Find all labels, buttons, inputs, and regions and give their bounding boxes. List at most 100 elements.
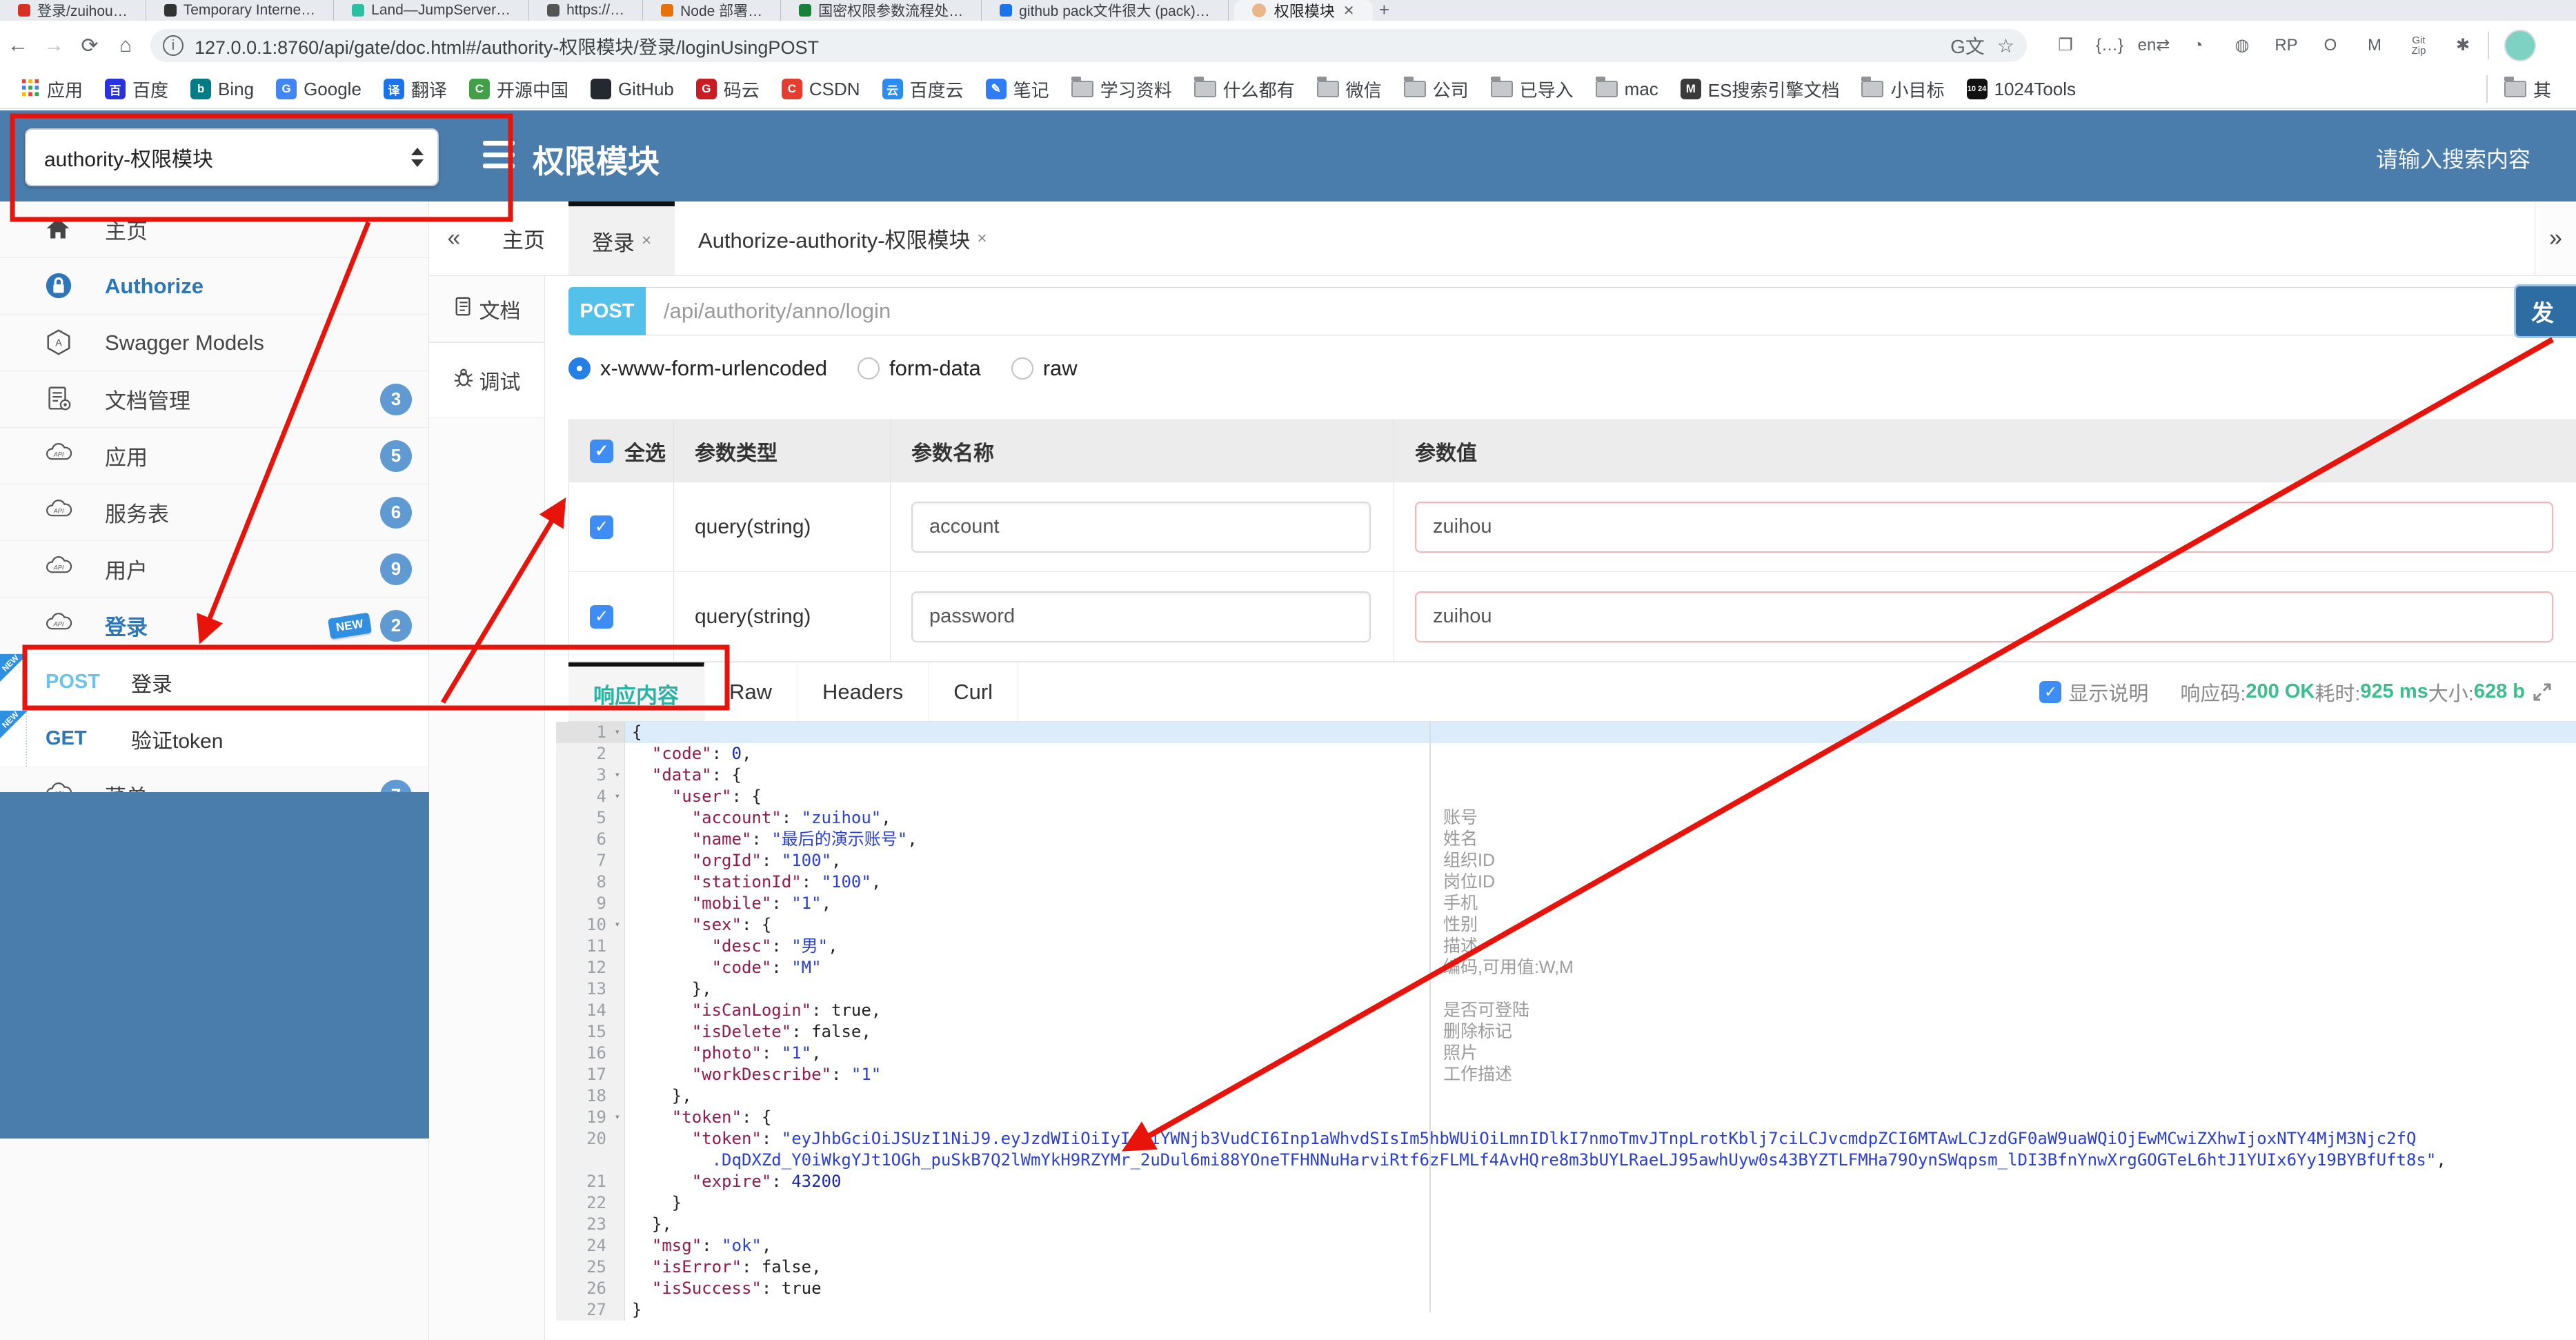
url-text[interactable]: 127.0.0.1:8760/api/gate/doc.html#/author… bbox=[195, 32, 1938, 59]
other-bookmarks-folder[interactable]: 其 bbox=[2493, 77, 2562, 102]
doc-tab-Authorize-authority-权限模块[interactable]: Authorize-authority-权限模块 × bbox=[675, 201, 1011, 275]
select-all-checkbox[interactable]: ✓ bbox=[590, 439, 613, 463]
param-checkbox[interactable]: ✓ bbox=[590, 515, 613, 539]
bookmark-item[interactable]: 10 24 1024Tools bbox=[1956, 79, 2088, 100]
sidebar-item-3[interactable]: 文档管理 3 bbox=[0, 371, 428, 428]
sidebar-item-0[interactable]: 主页 bbox=[0, 201, 428, 258]
token: : { bbox=[741, 1107, 772, 1127]
bookmark-item[interactable]: 应用 bbox=[10, 77, 94, 102]
url-bar[interactable]: i 127.0.0.1:8760/api/gate/doc.html#/auth… bbox=[150, 29, 2027, 62]
back-icon[interactable]: ← bbox=[0, 28, 36, 63]
sidebar-item-4[interactable]: API 应用 5 bbox=[0, 428, 428, 484]
request-path-input[interactable]: /api/authority/anno/login bbox=[646, 287, 2576, 335]
sidebar-item-5[interactable]: API 服务表 6 bbox=[0, 484, 428, 541]
bookmark-item[interactable]: C 开源中国 bbox=[458, 77, 579, 102]
browser-tab[interactable]: 国密权限参数流程处… bbox=[781, 0, 982, 21]
extension-icon[interactable]: RP bbox=[2267, 30, 2306, 61]
extension-icon[interactable]: ◔ bbox=[2179, 30, 2217, 61]
param-value-input[interactable] bbox=[1415, 501, 2553, 553]
sidebar-api-item-验证token[interactable]: NEW GET 验证token bbox=[0, 709, 428, 767]
search-input[interactable]: 请输入搜索内容 bbox=[2376, 142, 2530, 174]
forward-icon[interactable]: → bbox=[36, 28, 72, 63]
body-type-radio-form-data[interactable]: form-data bbox=[858, 356, 981, 381]
bookmark-item[interactable]: G 码云 bbox=[685, 77, 771, 102]
home-icon[interactable]: ⌂ bbox=[108, 28, 143, 63]
bookmark-item[interactable]: 微信 bbox=[1306, 77, 1393, 102]
bookmark-item[interactable]: ✎ 笔记 bbox=[975, 77, 1060, 102]
bookmark-item[interactable]: 小目标 bbox=[1850, 77, 1955, 102]
sidebar-api-item-登录[interactable]: NEW POST 登录 bbox=[0, 653, 428, 711]
body-type-radio-x-www-form-urlencoded[interactable]: x-www-form-urlencoded bbox=[568, 356, 827, 381]
browser-tab[interactable]: https://… bbox=[529, 0, 644, 21]
browser-tab[interactable]: 登录/zuihou… bbox=[0, 0, 146, 21]
bookmark-item[interactable]: 云百度云 bbox=[871, 77, 975, 102]
bookmark-item[interactable]: GitHub bbox=[579, 79, 685, 100]
param-name-input[interactable] bbox=[911, 591, 1371, 642]
doc-tab-登录[interactable]: 登录 × bbox=[568, 201, 675, 275]
response-tab-Raw[interactable]: Raw bbox=[704, 662, 798, 721]
sidebar-item-2[interactable]: A Swagger Models bbox=[0, 315, 428, 371]
send-button[interactable]: 发 bbox=[2514, 284, 2576, 338]
fold-caret-icon[interactable]: ▾ bbox=[615, 914, 620, 936]
param-name-input[interactable] bbox=[911, 501, 1371, 553]
browser-tab[interactable]: Node 部署… bbox=[643, 0, 782, 21]
bookmark-item[interactable]: 译翻译 bbox=[373, 77, 458, 102]
code-line: 15 "isDelete": false, 删除标记 bbox=[556, 1021, 2576, 1043]
bookmark-star-icon[interactable]: ☆ bbox=[1997, 35, 2014, 57]
tab-close-icon[interactable]: × bbox=[978, 229, 987, 248]
bookmark-item[interactable]: 什么都有 bbox=[1183, 77, 1306, 102]
menu-hamburger-icon[interactable] bbox=[483, 141, 515, 168]
sidebar-item-6[interactable]: API 用户 9 bbox=[0, 541, 428, 598]
browser-tab[interactable]: github pack文件很大 (pack)… bbox=[982, 0, 1229, 21]
extension-icon[interactable]: en⇄ bbox=[2134, 30, 2173, 61]
bookmark-item[interactable]: C CSDN bbox=[771, 79, 871, 100]
doc-tab-主页[interactable]: 主页 bbox=[479, 201, 568, 275]
sidebar-item-1[interactable]: Authorize bbox=[0, 258, 428, 315]
extension-icon[interactable]: ◍ bbox=[2223, 30, 2261, 61]
param-value-input[interactable] bbox=[1415, 591, 2553, 642]
bookmark-item[interactable]: 公司 bbox=[1393, 77, 1480, 102]
new-tab-button[interactable]: + bbox=[1373, 0, 1396, 21]
extension-icon[interactable]: ❐ bbox=[2046, 30, 2085, 61]
tab-close-icon[interactable]: × bbox=[642, 231, 651, 250]
browser-tab-active[interactable]: 权限模块 ✕ bbox=[1233, 0, 1373, 21]
translate-icon[interactable]: G文 bbox=[1950, 32, 1985, 59]
bookmark-item[interactable]: b Bing bbox=[179, 79, 265, 100]
bookmark-item[interactable]: 已导入 bbox=[1480, 77, 1585, 102]
expand-icon[interactable] bbox=[2532, 682, 2553, 702]
response-tab-Headers[interactable]: Headers bbox=[797, 662, 929, 721]
nav-文档[interactable]: 文档 bbox=[429, 276, 544, 342]
response-body-editor[interactable]: 1 ▾{2 "code": 0, 3 ▾ "data": {4 ▾ "user": {5… bbox=[556, 722, 2576, 1340]
profile-avatar[interactable] bbox=[2504, 30, 2536, 61]
tab-close-icon[interactable]: ✕ bbox=[1343, 2, 1355, 19]
fold-caret-icon[interactable]: ▾ bbox=[615, 786, 620, 807]
response-tab-Curl[interactable]: Curl bbox=[929, 662, 1019, 721]
bookmark-item[interactable]: G Google bbox=[265, 79, 373, 100]
response-tab-响应内容[interactable]: 响应内容 bbox=[568, 662, 704, 721]
extension-icon[interactable]: {…} bbox=[2090, 30, 2129, 61]
reload-icon[interactable]: ⟳ bbox=[72, 28, 108, 63]
tabs-scroll-left-icon[interactable]: « bbox=[429, 201, 479, 275]
show-desc-checkbox[interactable]: ✓ bbox=[2039, 680, 2062, 703]
bookmark-item[interactable]: 学习资料 bbox=[1060, 77, 1183, 102]
body-type-radio-raw[interactable]: raw bbox=[1011, 356, 1078, 381]
bookmark-item[interactable]: mac bbox=[1585, 77, 1670, 100]
param-checkbox[interactable]: ✓ bbox=[590, 604, 613, 629]
extension-icon[interactable]: Git Zip bbox=[2399, 30, 2438, 61]
extension-icon[interactable]: O bbox=[2311, 30, 2350, 61]
sidebar-item-7[interactable]: API 登录 NEW 2 bbox=[0, 598, 428, 654]
fold-caret-icon[interactable]: ▾ bbox=[615, 765, 620, 786]
extension-icon[interactable]: M bbox=[2355, 30, 2394, 61]
fold-caret-icon[interactable]: ▾ bbox=[615, 722, 620, 743]
extension-icon[interactable]: ✱ bbox=[2444, 30, 2482, 61]
tabs-scroll-right-icon[interactable]: » bbox=[2535, 201, 2576, 275]
browser-tab[interactable]: Temporary Interne… bbox=[146, 0, 335, 21]
fold-caret-icon[interactable]: ▾ bbox=[615, 1107, 620, 1128]
bookmark-item[interactable]: M ES搜索引擎文档 bbox=[1670, 77, 1851, 102]
browser-tab[interactable]: Land—JumpServer… bbox=[334, 0, 530, 21]
module-select-dropdown[interactable]: authority-权限模块 bbox=[25, 128, 439, 186]
page-title: 权限模块 bbox=[533, 144, 660, 179]
bookmark-item[interactable]: 百百度 bbox=[94, 77, 179, 102]
site-info-icon[interactable]: i bbox=[163, 35, 184, 56]
nav-调试[interactable]: 调试 bbox=[429, 342, 544, 418]
